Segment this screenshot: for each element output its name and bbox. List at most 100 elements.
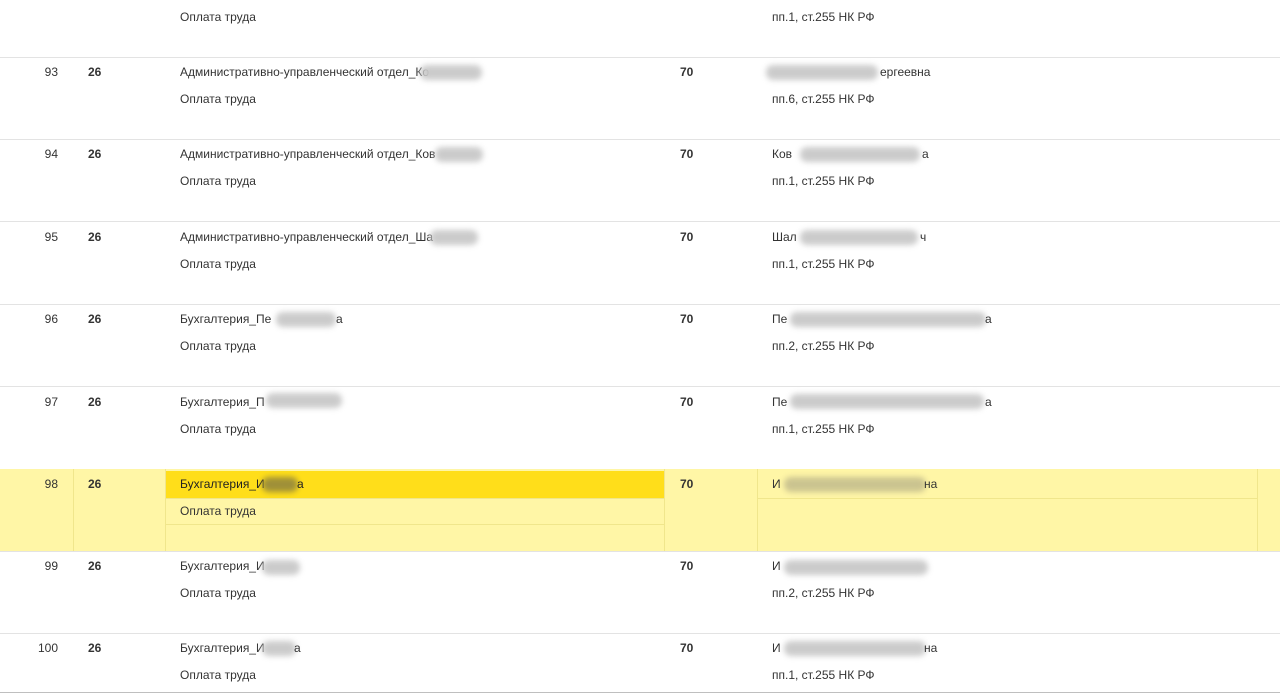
- subconto-1-credit-end: а: [985, 312, 992, 326]
- table-row[interactable]: 95 26 Административно-управленческий отд…: [0, 222, 1280, 305]
- credit-account: 70: [680, 147, 694, 161]
- redacted-blur: [790, 394, 984, 409]
- subconto-1-debit-end: а: [336, 312, 343, 326]
- subconto-2-credit: пп.1, ст.255 НК РФ: [772, 10, 875, 24]
- subconto-1-debit: Бухгалтерия_П: [180, 395, 265, 409]
- subconto-1-credit: Пе: [772, 312, 788, 326]
- subconto-2-credit: пп.1, ст.255 НК РФ: [772, 668, 875, 682]
- subconto-2-credit: пп.1, ст.255 НК РФ: [772, 174, 875, 188]
- subconto-1-credit-end: на: [924, 477, 938, 491]
- redacted-blur: [266, 393, 342, 408]
- subconto-1-debit-end: а: [297, 477, 304, 491]
- redacted-blur: [790, 312, 986, 327]
- subconto-2-debit: Оплата труда: [180, 339, 256, 353]
- subconto-2-debit: Оплата труда: [180, 586, 256, 600]
- subconto-1-debit: Административно-управленческий отдел_Ша: [180, 230, 434, 244]
- table-row-selected[interactable]: 98 26 Бухгалтерия_И а Оплата труда 70 И …: [0, 469, 1280, 552]
- table-row[interactable]: 93 26 Административно-управленческий отд…: [0, 57, 1280, 140]
- row-divider: [165, 524, 664, 525]
- column-divider: [1257, 469, 1258, 551]
- subconto-1-credit: И: [772, 559, 781, 573]
- subconto-1-debit: Оплата труда: [180, 10, 256, 24]
- redacted-blur: [800, 147, 920, 162]
- credit-account: 70: [680, 641, 694, 655]
- table-bottom-border: [0, 692, 1280, 693]
- redacted-blur: [784, 560, 928, 575]
- column-divider: [165, 469, 166, 551]
- redacted-blur: [420, 65, 482, 80]
- subconto-2-debit: Оплата труда: [180, 174, 256, 188]
- redacted-blur: [262, 477, 298, 492]
- subconto-1-credit-end: а: [985, 395, 992, 409]
- subconto-2-credit: пп.6, ст.255 НК РФ: [772, 92, 875, 106]
- subconto-2-debit: Оплата труда: [180, 92, 256, 106]
- debit-account: 26: [88, 65, 102, 79]
- redacted-blur: [784, 641, 926, 656]
- row-number: 96: [44, 312, 58, 326]
- redacted-blur: [262, 560, 300, 575]
- subconto-2-debit: Оплата труда: [180, 668, 256, 682]
- row-number: 95: [44, 230, 58, 244]
- debit-account: 26: [88, 312, 102, 326]
- subconto-2-credit: пп.2, ст.255 НК РФ: [772, 586, 875, 600]
- redacted-blur: [766, 65, 878, 80]
- row-number: 97: [44, 395, 58, 409]
- redacted-blur: [430, 230, 478, 245]
- subconto-2-credit: пп.1, ст.255 НК РФ: [772, 257, 875, 271]
- subconto-1-credit-end: а: [922, 147, 929, 161]
- subconto-1-debit: Бухгалтерия_Пе: [180, 312, 272, 326]
- subconto-1-debit-end: а: [294, 641, 301, 655]
- subconto-2-credit: пп.2, ст.255 НК РФ: [772, 339, 875, 353]
- debit-account: 26: [88, 395, 102, 409]
- subconto-2-credit: пп.1, ст.255 НК РФ: [772, 422, 875, 436]
- table-row[interactable]: 100 26 Бухгалтерия_И а Оплата труда 70 И…: [0, 634, 1280, 692]
- credit-account: 70: [680, 559, 694, 573]
- redacted-blur: [276, 312, 336, 327]
- subconto-1-credit: ергеевна: [880, 65, 931, 79]
- subconto-2-debit: Оплата труда: [180, 257, 256, 271]
- credit-account: 70: [680, 395, 694, 409]
- row-number: 99: [44, 559, 58, 573]
- column-divider: [73, 469, 74, 551]
- row-divider: [757, 498, 1257, 499]
- row-number: 94: [44, 147, 58, 161]
- subconto-1-credit-end: на: [924, 641, 938, 655]
- row-divider: [165, 498, 664, 499]
- row-number: 98: [44, 477, 58, 491]
- debit-account: 26: [88, 230, 102, 244]
- subconto-1-debit: Административно-управленческий отдел_Ко: [180, 65, 430, 79]
- subconto-1-debit: Административно-управленческий отдел_Ков: [180, 147, 436, 161]
- column-divider: [757, 469, 758, 551]
- credit-account: 70: [680, 477, 694, 491]
- row-number: 100: [37, 641, 58, 655]
- subconto-1-credit: И: [772, 641, 781, 655]
- debit-account: 26: [88, 559, 102, 573]
- subconto-1-credit: Пе: [772, 395, 788, 409]
- subconto-1-credit: Ков: [772, 147, 793, 161]
- debit-account: 26: [88, 147, 102, 161]
- table-row[interactable]: 94 26 Административно-управленческий отд…: [0, 140, 1280, 222]
- subconto-1-credit: Шал: [772, 230, 797, 244]
- column-divider: [664, 469, 665, 551]
- redacted-blur: [435, 147, 483, 162]
- redacted-blur: [800, 230, 918, 245]
- debit-account: 26: [88, 641, 102, 655]
- credit-account: 70: [680, 230, 694, 244]
- subconto-1-debit: Бухгалтерия_И: [180, 641, 265, 655]
- table-row[interactable]: 96 26 Бухгалтерия_Пе а Оплата труда 70 П…: [0, 305, 1280, 387]
- table-row[interactable]: Оплата труда пп.1, ст.255 НК РФ: [0, 0, 1280, 58]
- row-number: 93: [44, 65, 58, 79]
- subconto-1-credit: И: [772, 477, 781, 491]
- subconto-1-credit-end: ч: [920, 230, 927, 244]
- debit-account: 26: [88, 477, 102, 491]
- table-row[interactable]: 97 26 Бухгалтерия_П Оплата труда 70 Пе а…: [0, 387, 1280, 470]
- redacted-blur: [784, 477, 926, 492]
- subconto-1-debit[interactable]: Бухгалтерия_И: [180, 476, 265, 492]
- table-row[interactable]: 99 26 Бухгалтерия_И Оплата труда 70 И пп…: [0, 552, 1280, 634]
- subconto-1-debit: Бухгалтерия_И: [180, 559, 265, 573]
- redacted-blur: [262, 641, 296, 656]
- subconto-2-debit: Оплата труда: [180, 422, 256, 436]
- subconto-2-debit: Оплата труда: [180, 504, 256, 518]
- credit-account: 70: [680, 65, 694, 79]
- credit-account: 70: [680, 312, 694, 326]
